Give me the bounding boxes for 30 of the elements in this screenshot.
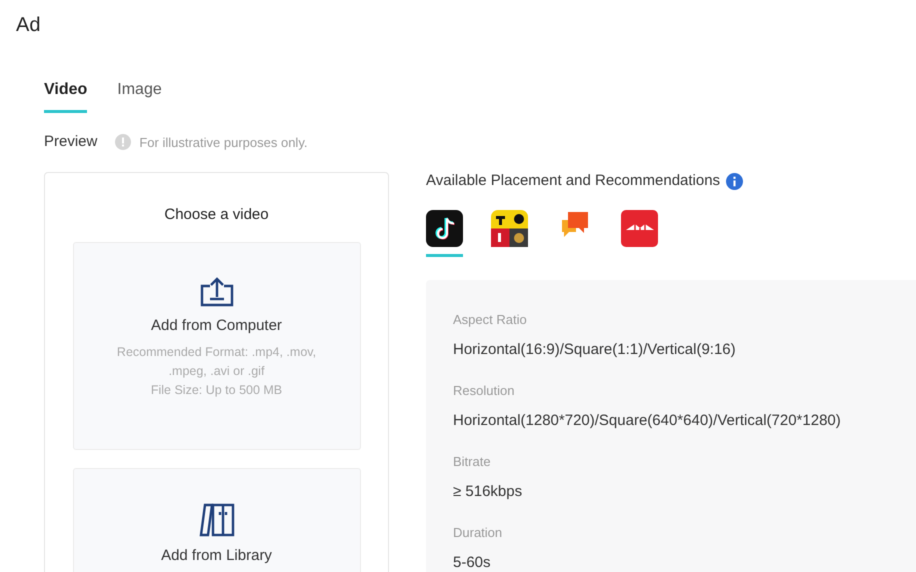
tab[interactable]: Image [117, 78, 162, 113]
spec-label: Aspect Ratio [453, 311, 528, 329]
preview-note: For illustrative purposes only. [139, 134, 308, 152]
spec-value: 5-60s [453, 552, 492, 572]
card-heading: Choose a video [164, 205, 269, 225]
tab[interactable]: Video [44, 78, 88, 113]
option-hint: Recommended Format: .mp4, .mov, .mpeg, .avi or .gif [116, 344, 318, 380]
library-icon [198, 502, 234, 536]
page-title: Ad [16, 13, 40, 38]
spec-label: Resolution [453, 382, 516, 400]
upload-option[interactable]: Add from Computer Recommended Format: .mp4, .mov, .mpeg, .avi or .gif File Size: Up to 500 MB [72, 242, 360, 450]
music-note-app-icon [426, 210, 463, 247]
placement-tab[interactable] [426, 210, 463, 257]
upload-icon [198, 276, 234, 306]
chat-bubbles-icon [560, 210, 590, 238]
placement-heading: Available Placement and Recommendations [426, 171, 720, 191]
option-hint: File Size: Up to 500 MB [150, 382, 284, 399]
spec-label: Duration [453, 524, 504, 542]
preview-label: Preview [44, 132, 98, 152]
upload-option[interactable]: Add from Library [72, 468, 360, 572]
spec-value: Horizontal(16:9)/Square(1:1)/Vertical(9:16) [453, 340, 737, 360]
info-icon [115, 134, 132, 150]
option-label: Add from Computer [151, 316, 282, 334]
option-label: Add from Library [161, 546, 272, 564]
spec-value: Horizontal(1280*720)/Square(640*640)/Vertical(720*1280) [453, 410, 842, 430]
bridge-app-icon [621, 210, 658, 247]
spec-label: Bitrate [453, 453, 492, 471]
info-icon [726, 172, 744, 190]
spec-value: ≥ 516kbps [453, 482, 524, 502]
grid-app-icon [491, 210, 528, 247]
